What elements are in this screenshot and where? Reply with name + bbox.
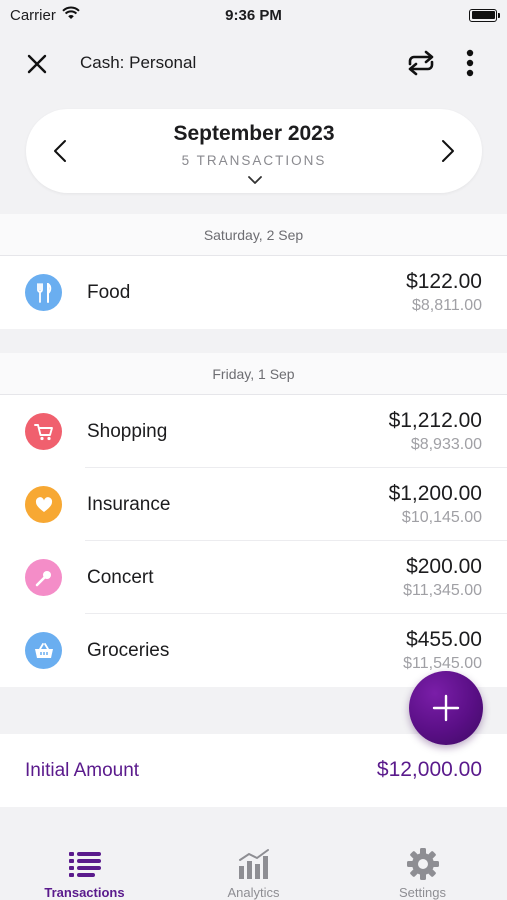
running-balance: $8,933.00 [410,436,482,453]
fork-knife-icon [25,274,62,311]
tab-label: Settings [399,885,446,900]
close-icon [27,54,47,74]
category-name: Groceries [87,640,170,661]
category-name: Concert [87,567,154,588]
month-title[interactable]: September 2023 [26,122,482,146]
more-button[interactable] [456,46,484,80]
running-balance: $10,145.00 [401,509,482,526]
tab-label: Analytics [227,885,280,900]
category-name: Food [87,282,131,303]
transaction-row[interactable]: Concert $200.00 $11,345.00 [0,541,507,614]
more-vertical-icon [466,49,474,77]
transaction-row[interactable]: Insurance $1,200.00 $10,145.00 [0,468,507,541]
transaction-amount: $1,200.00 [388,482,482,505]
bar-chart-icon [236,847,272,881]
status-bar: Carrier 9:36 PM [0,0,507,30]
category-name: Insurance [87,494,171,515]
transaction-amount: $200.00 [406,555,482,578]
carrier-label: Carrier [10,6,56,24]
transaction-amount: $1,212.00 [388,409,482,432]
next-month-button[interactable] [434,133,462,169]
heart-icon [25,486,62,523]
add-transaction-button[interactable] [409,671,483,745]
transaction-row[interactable]: Shopping $1,212.00 $8,933.00 [0,395,507,468]
account-title: Cash: Personal [80,53,197,72]
close-button[interactable] [22,49,52,79]
expand-month-button[interactable] [245,173,265,187]
date-header: Saturday, 2 Sep [0,214,507,256]
chevron-down-icon [248,176,262,184]
tab-settings[interactable]: Settings [338,830,507,900]
battery-icon [469,8,500,22]
initial-amount-value: $12,000.00 [376,758,482,781]
tab-transactions[interactable]: Transactions [0,830,169,900]
cart-icon [25,413,62,450]
transaction-count: 5 TRANSACTIONS [181,153,327,168]
transaction-amount: $122.00 [406,270,482,293]
plus-icon [432,694,460,722]
status-left: Carrier [10,6,80,24]
initial-amount-label: Initial Amount [25,760,140,781]
running-balance: $11,345.00 [403,582,482,599]
sync-button[interactable] [402,47,440,79]
list-icon [67,847,103,881]
running-balance: $8,811.00 [412,297,482,314]
sync-icon [408,50,434,76]
transaction-amount: $455.00 [406,628,482,651]
initial-amount-row[interactable]: Initial Amount $12,000.00 [0,734,507,807]
transaction-row[interactable]: Food $122.00 $8,811.00 [0,256,507,329]
tab-bar: Transactions Analytics Settings [0,830,507,900]
microphone-icon [25,559,62,596]
month-selector: September 2023 5 TRANSACTIONS [26,109,482,193]
category-name: Shopping [87,421,168,442]
transaction-group: Saturday, 2 Sep Food $122.00 $8,811.00 [0,214,507,329]
transaction-group: Friday, 1 Sep Shopping $1,212.00 $8,933.… [0,353,507,687]
tab-analytics[interactable]: Analytics [169,830,338,900]
gear-icon [405,847,441,881]
wifi-icon [62,6,80,24]
tab-label: Transactions [44,885,125,900]
chevron-right-icon [442,140,454,162]
header: Cash: Personal [0,40,507,86]
basket-icon [25,632,62,669]
date-header: Friday, 1 Sep [0,353,507,395]
